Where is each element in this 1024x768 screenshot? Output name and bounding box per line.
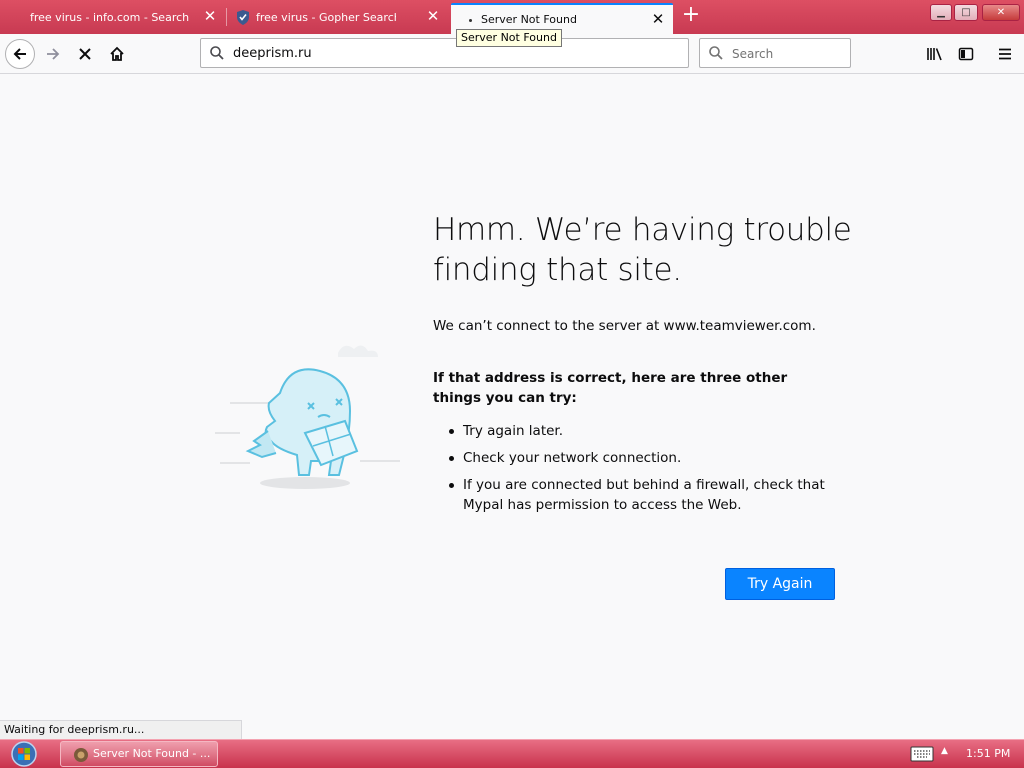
search-placeholder: Search [732, 47, 774, 61]
start-button[interactable] [4, 740, 44, 768]
home-button[interactable] [102, 39, 132, 69]
forward-button[interactable] [38, 39, 68, 69]
url-bar[interactable]: deeprism.ru [200, 38, 689, 68]
browser-app-icon [74, 748, 88, 762]
list-item: Try again later. [448, 421, 838, 441]
show-hidden-icons-icon[interactable]: ▲ [941, 746, 948, 756]
tab-info-com[interactable]: free virus - info.com - Search Th ✕ [20, 2, 225, 32]
tab-title: free virus - info.com - Search Th [30, 10, 190, 24]
back-arrow-icon [13, 48, 26, 60]
stop-button[interactable] [70, 39, 100, 69]
search-bar[interactable]: Search [699, 38, 851, 68]
windows-logo-icon [11, 741, 37, 767]
hamburger-menu-button[interactable] [990, 39, 1020, 69]
hamburger-icon [999, 48, 1011, 60]
error-title: Hmm. We’re having trouble finding that s… [433, 212, 852, 288]
library-button[interactable] [920, 39, 950, 69]
maximize-button[interactable]: □ [954, 4, 978, 21]
home-icon [110, 46, 124, 61]
close-tab-icon[interactable]: ✕ [426, 9, 440, 24]
tab-separator [226, 8, 227, 26]
stop-x-icon [79, 48, 91, 60]
search-icon [210, 46, 224, 60]
status-text: Waiting for deeprism.ru... [0, 720, 242, 739]
url-text[interactable]: deeprism.ru [233, 46, 312, 61]
search-icon [709, 46, 723, 60]
list-item: If you are connected but behind a firewa… [448, 475, 838, 515]
sad-dino-illustration-icon [215, 345, 400, 489]
taskbar: Server Not Found - ... ▲ 1:51 PM [0, 739, 1024, 768]
close-tab-icon[interactable]: ✕ [203, 9, 217, 24]
tab-tooltip: Server Not Found [456, 29, 562, 47]
window-close-button[interactable]: ✕ [982, 4, 1020, 21]
taskbar-item-browser[interactable]: Server Not Found - ... [60, 741, 218, 767]
sidebar-icon [958, 47, 974, 61]
keyboard-icon[interactable] [910, 744, 934, 764]
tips-heading: If that address is correct, here are thr… [433, 370, 788, 406]
clock[interactable]: 1:51 PM [966, 747, 1010, 760]
list-item: Check your network connection. [448, 448, 838, 468]
tab-gopher-search[interactable]: free virus - Gopher Search Hom ✕ [228, 2, 448, 32]
tips-list: Try again later. Check your network conn… [448, 421, 838, 522]
shield-icon [237, 10, 249, 25]
back-button[interactable] [5, 39, 35, 69]
error-description: We can’t connect to the server at www.te… [433, 318, 816, 334]
new-tab-button[interactable]: + [679, 4, 703, 28]
taskbar-item-label: Server Not Found - ... [93, 747, 211, 760]
sidebar-toggle-button[interactable] [951, 39, 981, 69]
close-tab-icon[interactable]: ✕ [651, 12, 665, 27]
loading-dot-icon [469, 19, 472, 22]
tab-title: Server Not Found [481, 13, 577, 26]
error-page: Hmm. We’re having trouble finding that s… [0, 75, 1024, 739]
library-icon [927, 48, 942, 61]
tab-title: free virus - Gopher Search Hom [256, 10, 396, 24]
forward-arrow-icon [47, 48, 60, 60]
minimize-button[interactable]: ▁ [930, 4, 952, 21]
try-again-button[interactable]: Try Again [725, 568, 835, 600]
